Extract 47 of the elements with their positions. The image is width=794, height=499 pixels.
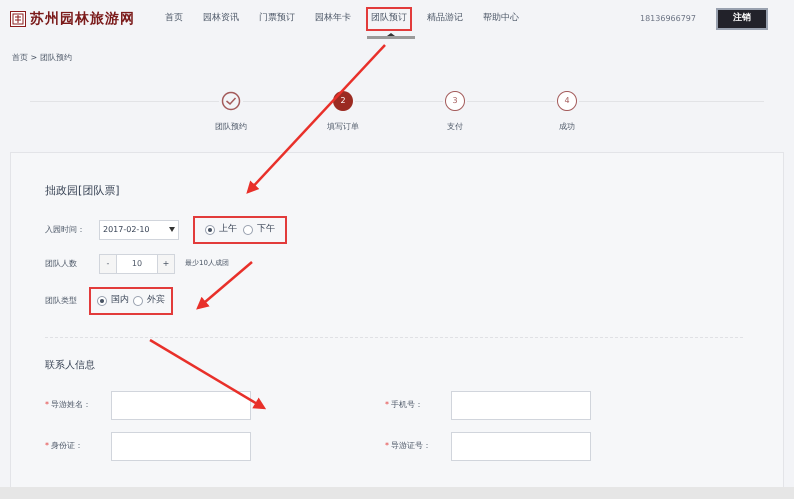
radio-option[interactable]: 国内 [97, 294, 129, 308]
required-mark: * [385, 440, 389, 452]
required-mark: * [385, 399, 389, 411]
field-label: 团队人数 [45, 258, 78, 270]
nav-link[interactable]: 门票预订 [254, 7, 300, 31]
field-label: 入园时间： [45, 224, 86, 236]
field-label: 导游姓名： [51, 399, 91, 411]
step-label: 支付 [447, 121, 463, 133]
ticket-title: 拙政园[团队票] [45, 183, 121, 199]
step-label: 团队预约 [215, 121, 247, 133]
step-number: 3 [445, 91, 465, 111]
radio-option[interactable]: 外宾 [133, 294, 165, 308]
quantity-field[interactable]: 10 [117, 254, 157, 274]
field-label: 手机号： [391, 399, 423, 411]
increment-button[interactable]: + [157, 254, 175, 274]
dropdown-arrow-icon [169, 227, 175, 232]
active-indicator-icon [367, 33, 415, 40]
field-label: 导游证号： [391, 440, 431, 452]
phone-number: 18136966797 [640, 13, 696, 25]
text-field[interactable] [451, 390, 591, 420]
step-label: 填写订单 [327, 121, 359, 133]
breadcrumb: 首页 > 团队预约 [12, 53, 72, 62]
field-label: 身份证： [51, 440, 83, 452]
nav-link[interactable]: 首页 [160, 7, 188, 31]
nav-link[interactable]: 园林资讯 [198, 7, 244, 31]
section-title: 联系人信息 [45, 358, 96, 372]
nav-link[interactable]: 帮助中心 [478, 7, 524, 31]
nav-link[interactable]: 园林年卡 [310, 7, 356, 31]
text-field[interactable] [451, 432, 591, 460]
nav-link[interactable]: 精品游记 [422, 7, 468, 31]
site-logo[interactable]: 苏州园林旅游网 [30, 8, 135, 30]
step-label: 成功 [559, 121, 575, 133]
check-circle-icon [221, 91, 241, 111]
required-mark: * [45, 440, 49, 452]
required-mark: * [45, 399, 49, 411]
radio-option[interactable]: 下午 [243, 222, 275, 236]
text-field[interactable] [111, 432, 251, 460]
logo-icon [10, 11, 26, 27]
field-label: 团队类型 [45, 294, 78, 306]
logout-button[interactable]: 注销 [716, 8, 768, 30]
decrement-button[interactable]: - [99, 254, 117, 274]
nav-link[interactable]: 团队预订 [366, 7, 412, 31]
step-number: 4 [557, 91, 577, 111]
radio-option[interactable]: 上午 [205, 222, 237, 236]
text-field[interactable] [111, 390, 251, 420]
date-select[interactable]: 2017-02-10 [99, 220, 179, 240]
step-number: 2 [333, 91, 353, 111]
